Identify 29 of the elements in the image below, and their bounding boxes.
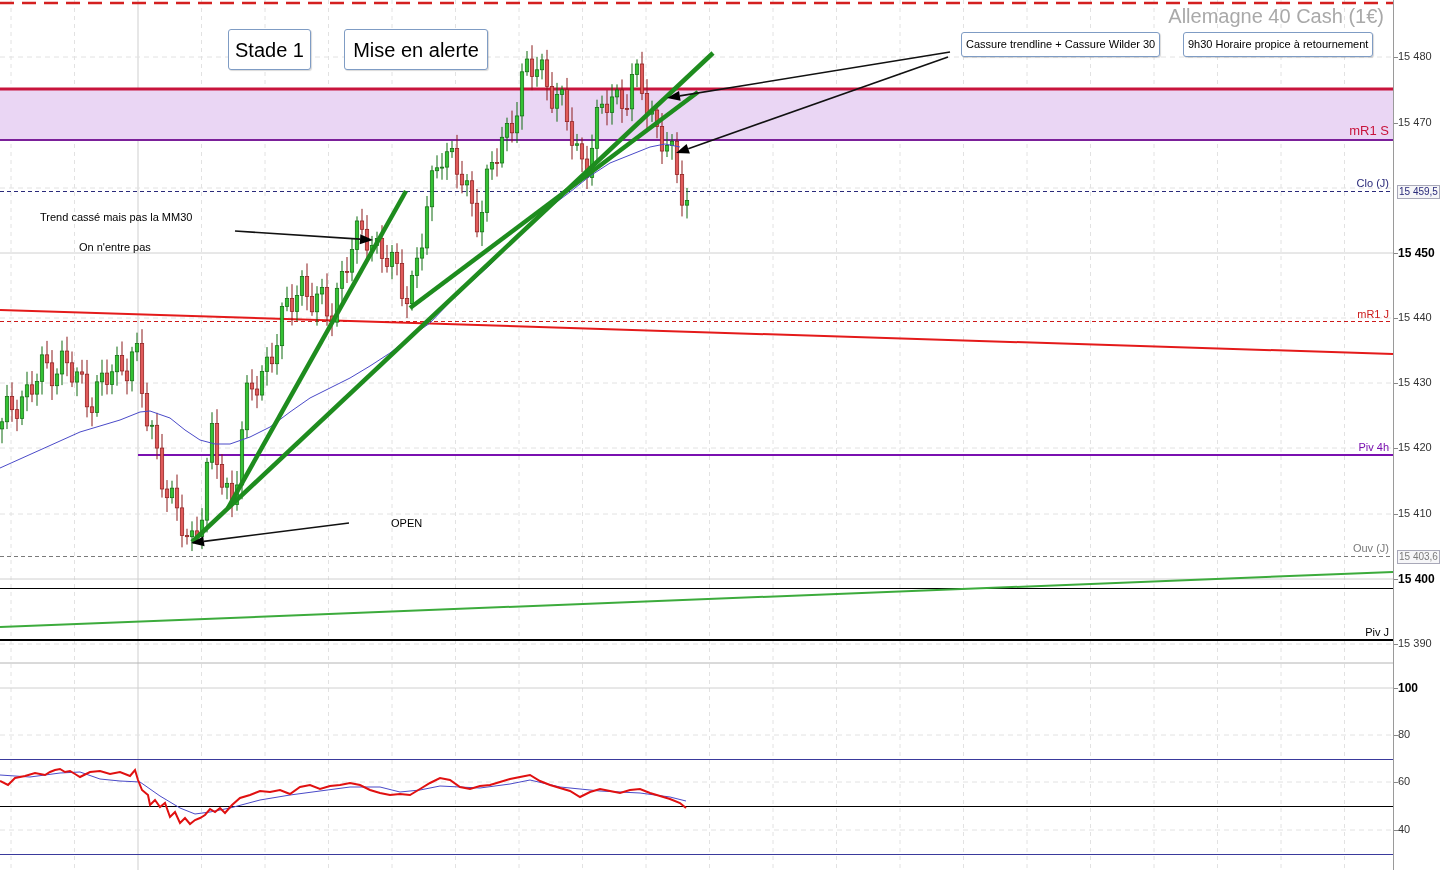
axis-label: 15 420: [1398, 441, 1432, 454]
price-tag: 15 403,6: [1397, 550, 1440, 564]
level-label: Piv J: [1365, 626, 1389, 638]
note-box: Cassure trendline + Cassure Wilder 30: [961, 32, 1161, 57]
chart-title: Allemagne 40 Cash (1€): [1168, 4, 1384, 28]
level-label: mR1 S: [1349, 124, 1389, 138]
level-label: Piv 4h: [1358, 441, 1389, 453]
axis-label: 15 450: [1398, 246, 1435, 260]
level-label: Clo (J): [1356, 177, 1389, 189]
annotation-text: On n'entre pas: [79, 241, 151, 253]
axis-label: 80: [1398, 728, 1411, 741]
axis-label: 100: [1398, 681, 1419, 695]
axis-label: 15 470: [1398, 116, 1432, 129]
axis-label: 15 480: [1398, 50, 1432, 63]
axis-label: 15 400: [1398, 572, 1435, 586]
axis-label: 15 410: [1398, 507, 1432, 520]
note-box: Stade 1: [228, 29, 311, 70]
axis-label: 15 390: [1398, 637, 1432, 650]
axis-label: 40: [1398, 823, 1411, 836]
level-label: mR1 J: [1357, 308, 1389, 320]
axis-label: 15 430: [1398, 376, 1432, 389]
annotation-text: Trend cassé mais pas la MM30: [40, 211, 193, 223]
level-label: Ouv (J): [1352, 542, 1389, 554]
annotation-text: OPEN: [391, 517, 423, 529]
note-box: Mise en alerte: [344, 29, 488, 70]
axis-label: 60: [1398, 775, 1411, 788]
price-tag: 15 459,5: [1397, 185, 1440, 199]
axis-label: 15 440: [1398, 311, 1432, 324]
note-box: 9h30 Horaire propice à retournement: [1183, 32, 1374, 57]
